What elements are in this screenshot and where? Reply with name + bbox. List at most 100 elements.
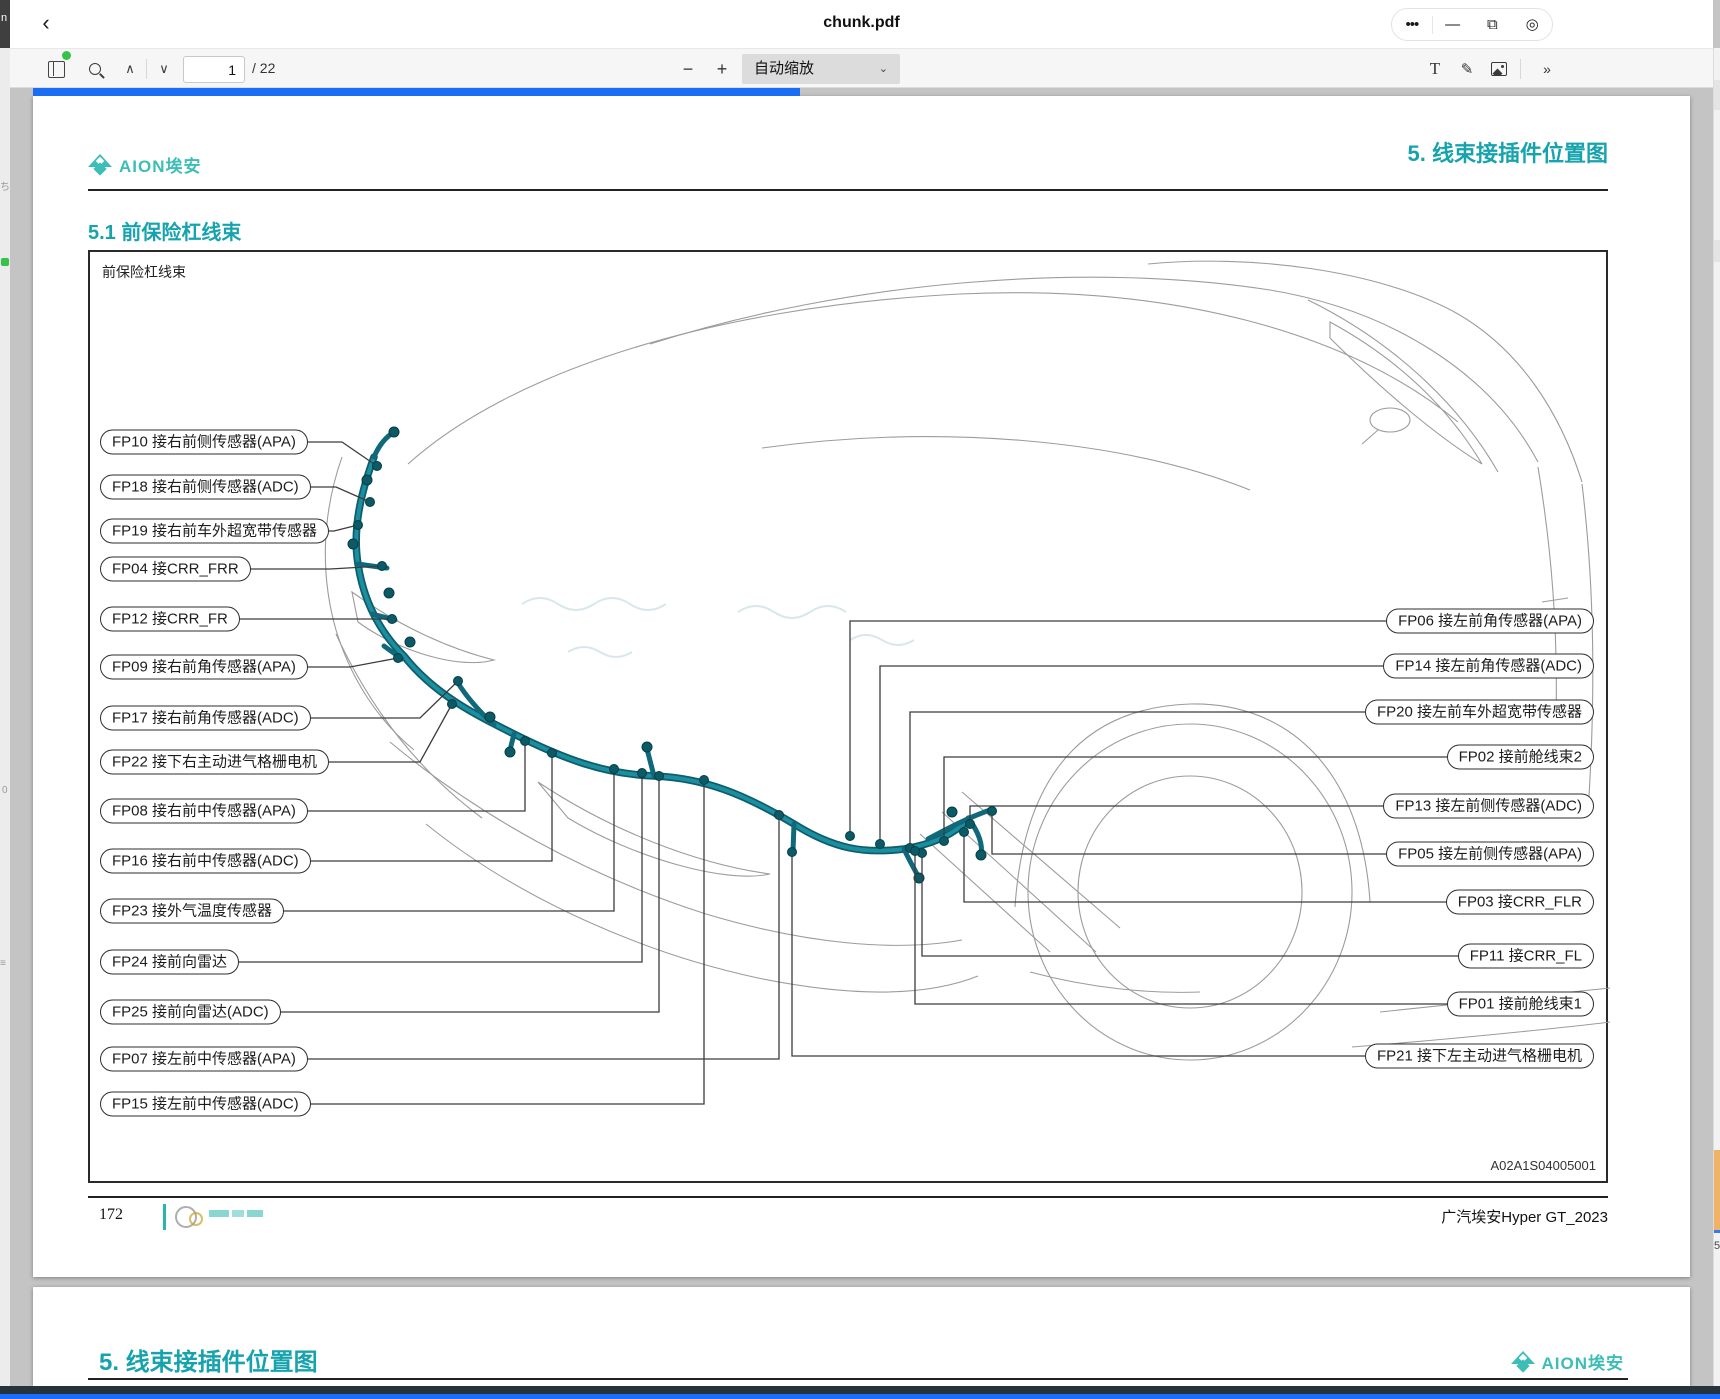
zoom-out-button[interactable]: − (676, 55, 700, 83)
connector-fp19 (354, 521, 363, 530)
connector-fp05 (988, 807, 997, 816)
diagram-label-fp14: FP14 接左前角传感器(ADC) (1383, 654, 1594, 679)
footer-rule (88, 1196, 1608, 1198)
diagram-label-fp10: FP10 接右前侧传感器(APA) (100, 430, 308, 455)
background-window-left-edge: n ち 0 ≡ (0, 0, 10, 1399)
connector-fp22 (448, 700, 457, 709)
pen-tool-button[interactable]: ✎ (1454, 55, 1480, 83)
leader-line-fp11 (922, 853, 1520, 956)
panel-fragment (1714, 240, 1720, 262)
bottom-window-bar (0, 1386, 1720, 1394)
diagram-label-fp02: FP02 接前舱线束2 (1447, 745, 1594, 770)
more-tools-button[interactable]: » (1532, 55, 1560, 83)
diagram-label-fp04: FP04 接CRR_FRR (100, 557, 251, 582)
restore-button[interactable]: ⧉ (1473, 9, 1513, 40)
edge-glyph-fragment: ち (0, 178, 10, 193)
connector-fp16 (548, 749, 557, 758)
bottom-taskbar-sliver (0, 1394, 1720, 1399)
diagram-code: A02A1S04005001 (1490, 1158, 1596, 1173)
connector-fp25 (655, 772, 664, 781)
background-panel-right-edge: 5 (1713, 48, 1720, 1386)
image-tool-button[interactable] (1486, 55, 1512, 83)
connector-fp08 (521, 737, 530, 746)
diagram-title: 前保险杠线束 (102, 262, 186, 282)
thumbnail-page-number: 5 (1714, 1240, 1720, 1252)
diagram-label-fp09: FP09 接右前角传感器(APA) (100, 655, 308, 680)
pdf-page-1: AION埃安 5. 线束接插件位置图 5.1 前保险杠线束 前保险杠线束 A02… (33, 96, 1690, 1277)
watermark (522, 598, 914, 657)
background-titlebar-fragment (0, 0, 10, 48)
image-icon (1491, 62, 1507, 76)
diagram-label-fp21: FP21 接下左主动进气格栅电机 (1365, 1044, 1594, 1069)
diagram-label-fp08: FP08 接右前中传感器(APA) (100, 799, 308, 824)
connector-fp14 (876, 840, 885, 849)
leader-lines (220, 442, 1520, 1104)
edge-glyph-fragment-3: ≡ (0, 958, 6, 969)
chapter-heading: 5. 线束接插件位置图 (99, 1342, 318, 1377)
diagram-label-fp24: FP24 接前向雷达 (100, 950, 239, 975)
diagram-label-fp11: FP11 接CRR_FL (1458, 944, 1594, 969)
connector-fp18 (366, 498, 375, 507)
edge-glyph-fragment-2: 0 (2, 785, 8, 796)
sidebar-toggle-icon (48, 61, 65, 78)
close-button[interactable]: ◎ (1512, 9, 1552, 40)
footer-page-number: 172 (99, 1206, 123, 1224)
header-rule (88, 189, 1608, 191)
connector-fp03 (960, 828, 969, 837)
diagram-label-fp22: FP22 接下右主动进气格栅电机 (100, 750, 329, 775)
loading-progress-bar (33, 88, 800, 96)
chapter-header: 5. 线束接插件位置图 (1408, 136, 1608, 168)
diagram-label-fp15: FP15 接左前中传感器(ADC) (100, 1092, 311, 1117)
window-controls: ••• — ⧉ ◎ (1391, 8, 1553, 41)
connector-fp21 (788, 848, 797, 857)
toolbar-divider (1520, 59, 1521, 79)
connector-fp07 (775, 811, 784, 820)
section-title: 5.1 前保险杠线束 (88, 216, 241, 245)
diagram-label-fp01: FP01 接前舱线束1 (1447, 992, 1594, 1017)
connector-fp24 (638, 769, 647, 778)
connector-fp01 (911, 847, 920, 856)
page-number-input[interactable] (183, 56, 245, 83)
leader-line-fp23 (220, 769, 614, 911)
leader-line-fp20 (910, 712, 1520, 848)
leader-connector-dots (354, 462, 997, 858)
diagram-label-fp25: FP25 接前向雷达(ADC) (100, 1000, 281, 1025)
connector-fp04 (378, 562, 387, 571)
diagram-label-fp07: FP07 接左前中传感器(APA) (100, 1047, 308, 1072)
zoom-in-button[interactable]: + (710, 55, 734, 83)
previous-page-button[interactable]: ∧ (118, 55, 142, 83)
thumbnail-selection-line (1714, 1230, 1720, 1233)
connector-fp02 (940, 837, 949, 846)
sidebar-toggle-button[interactable] (44, 55, 68, 83)
search-icon (89, 63, 101, 75)
footer-stamp (175, 1204, 265, 1232)
diagram-label-fp16: FP16 接右前中传感器(ADC) (100, 849, 311, 874)
diagram-label-fp19: FP19 接右前车外超宽带传感器 (100, 519, 329, 544)
zoom-mode-select[interactable]: 自动缩放 ⌄ (742, 54, 900, 84)
wiring-harness (348, 427, 993, 883)
chevron-down-icon: ⌄ (879, 54, 888, 84)
edge-green-badge (1, 258, 9, 266)
connector-fp15 (700, 776, 709, 785)
search-button[interactable] (82, 55, 108, 83)
next-page-button[interactable]: ∨ (152, 55, 176, 83)
aion-logo-text: AION埃安 (1542, 1349, 1625, 1374)
panel-fragment (1714, 80, 1720, 110)
thumbnail-fragment (1714, 1150, 1720, 1230)
minimize-button[interactable]: — (1433, 9, 1473, 40)
harness-connectors (348, 427, 986, 883)
leader-line-fp01 (915, 851, 1520, 1004)
diagram-label-fp05: FP05 接左前侧传感器(APA) (1386, 842, 1594, 867)
footer-accent-bar (163, 1204, 166, 1230)
leader-line-fp21 (792, 852, 1520, 1056)
diagram-label-fp18: FP18 接右前侧传感器(ADC) (100, 475, 311, 500)
text-tool-button[interactable]: T (1422, 55, 1448, 83)
window-titlebar: ‹ chunk.pdf ••• — ⧉ ◎ (10, 0, 1713, 48)
zoom-mode-value: 自动缩放 (754, 60, 814, 77)
connector-fp06 (846, 832, 855, 841)
connector-fp12 (388, 615, 397, 624)
more-options-button[interactable]: ••• (1392, 9, 1432, 40)
pdf-page-2: 5. 线束接插件位置图 AION埃安 (33, 1287, 1690, 1386)
connector-fp10 (373, 462, 382, 471)
diagram-label-fp23: FP23 接外气温度传感器 (100, 899, 284, 924)
